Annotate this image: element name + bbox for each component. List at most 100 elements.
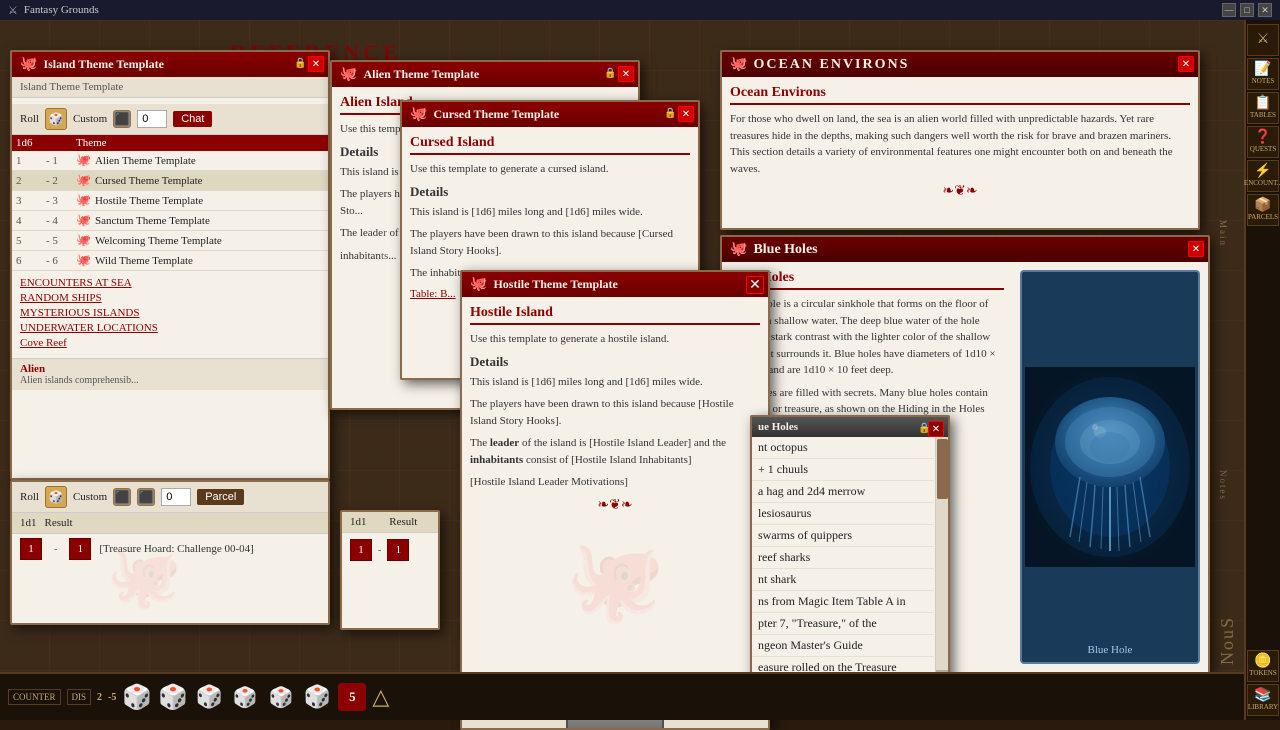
title-bar: ⚔ Fantasy Grounds — □ ✕ xyxy=(0,0,1280,20)
list-item[interactable]: a hag and 2d4 merrow xyxy=(752,481,934,503)
list-item[interactable]: ngeon Master's Guide xyxy=(752,635,934,657)
encounters-sidebar-btn[interactable]: ⚡ ENCOUNT... xyxy=(1247,160,1279,192)
parcels-sidebar-btn[interactable]: 📦 PARCELS xyxy=(1247,194,1279,226)
alien-lock: 🔒 xyxy=(604,68,616,80)
table-row[interactable]: 3 - 3 🐙 Hostile Theme Template xyxy=(12,191,328,211)
alien-panel-header: 🐙 Alien Theme Template 🔒 ✕ xyxy=(332,62,638,87)
table-row[interactable]: 6 - 6 🐙 Wild Theme Template xyxy=(12,251,328,271)
blue-holes-close-btn[interactable]: ✕ xyxy=(1188,241,1204,257)
ocean-panel-title: OCEAN ENVIRONS xyxy=(753,57,1190,73)
notes-label-btn: NOTES xyxy=(1252,78,1275,86)
bottom-custom-die[interactable]: ⬛ xyxy=(113,488,131,506)
die-d20-3[interactable]: 🎲 xyxy=(194,682,224,712)
alien-header-icon: 🐙 xyxy=(340,66,357,83)
list-scrollbar[interactable]: ▶ xyxy=(935,437,948,683)
row-icon-5: 🐙 xyxy=(76,233,91,248)
link-mysterious-islands[interactable]: MYSTERIOUS ISLANDS xyxy=(20,307,320,319)
roll-value-1: 1 xyxy=(20,538,42,560)
link-encounters-at-sea[interactable]: ENCOUNTERS AT SEA xyxy=(20,277,320,289)
tables-icon: 📋 xyxy=(1254,96,1271,111)
row-icon-4: 🐙 xyxy=(76,213,91,228)
list-item[interactable]: reef sharks xyxy=(752,547,934,569)
die-d6-red[interactable]: 5 xyxy=(338,683,366,711)
row-icon-6: 🐙 xyxy=(76,253,91,268)
bottom-die2[interactable]: ⬛ xyxy=(137,488,155,506)
tokens-icon: 🪙 xyxy=(1254,654,1271,669)
cursed-panel-header: 🐙 Cursed Theme Template 🔒 ✕ xyxy=(402,102,698,127)
hostile-divider: ❧❦❧ xyxy=(470,497,760,514)
die-d8[interactable]: 🎲 xyxy=(302,682,332,712)
row-icon-3: 🐙 xyxy=(76,193,91,208)
hostile-ghost-art: 🐙 xyxy=(470,534,760,628)
island-table-rows: 1 - 1 🐙 Alien Theme Template 2 - 2 🐙 Cur… xyxy=(12,151,328,271)
alien-close-btn[interactable]: ✕ xyxy=(618,66,634,82)
quests-label-btn: QUESTS xyxy=(1250,146,1276,154)
maximize-btn[interactable]: □ xyxy=(1240,3,1254,17)
tokens-sidebar-btn[interactable]: 🪙 TOKENS xyxy=(1247,650,1279,682)
blue-hole-svg xyxy=(1025,367,1195,567)
chat-btn[interactable]: Chat xyxy=(173,111,212,127)
link-underwater-locations[interactable]: UNDERWATER LOCATIONS xyxy=(20,322,320,334)
right-die-header: 1d1 Result xyxy=(342,512,438,533)
close-btn[interactable]: ✕ xyxy=(1258,3,1272,17)
die-d20-1[interactable]: 🎲 xyxy=(122,682,152,712)
list-item[interactable]: lesiosaurus xyxy=(752,503,934,525)
bh-list-container: nt octopus + 1 chuuls a hag and 2d4 merr… xyxy=(752,437,948,683)
cursed-section-title: Cursed Island xyxy=(410,135,690,155)
die-d12[interactable]: 🎲 xyxy=(230,682,260,712)
bh-list[interactable]: nt octopus + 1 chuuls a hag and 2d4 merr… xyxy=(752,437,948,683)
die-pyramid[interactable]: △ xyxy=(372,684,389,710)
app-title: Fantasy Grounds xyxy=(24,4,99,16)
quests-sidebar-btn[interactable]: ❓ QUESTS xyxy=(1247,126,1279,158)
table-row[interactable]: 1 - 1 🐙 Alien Theme Template xyxy=(12,151,328,171)
table-row[interactable]: 5 - 5 🐙 Welcoming Theme Template xyxy=(12,231,328,251)
output-input[interactable] xyxy=(137,110,167,128)
list-item[interactable]: pter 7, "Treasure," of the xyxy=(752,613,934,635)
col2-header xyxy=(46,137,76,149)
bottom-left-panel: Roll 🎲 Custom ⬛ ⬛ Parcel 1d1 Result 1 - … xyxy=(10,480,330,625)
island-panel-title: Island Theme Template xyxy=(43,57,320,72)
island-header-icon: 🐙 xyxy=(20,56,37,73)
link-cove-reef[interactable]: Cove Reef xyxy=(20,337,320,349)
bh-sub-header: ue Holes 🔒 ✕ xyxy=(752,417,948,437)
list-item[interactable]: ns from Magic Item Table A in xyxy=(752,591,934,613)
hostile-detail4: [Hostile Island Leader Motivations] xyxy=(470,474,760,491)
custom-die-btn[interactable]: ⬛ xyxy=(113,110,131,128)
notes-icon: 📝 xyxy=(1254,62,1271,77)
list-item[interactable]: nt octopus xyxy=(752,437,934,459)
bh-sub-title: ue Holes xyxy=(758,421,942,433)
library-sidebar-btn[interactable]: 📚 LIBRARY xyxy=(1247,684,1279,716)
ocean-close-btn[interactable]: ✕ xyxy=(1178,56,1194,72)
parcel-btn[interactable]: Parcel xyxy=(197,489,244,505)
right-die-panel: 1d1 Result 1 - 1 xyxy=(340,510,440,630)
tables-sidebar-btn[interactable]: 📋 TABLES xyxy=(1247,92,1279,124)
table-row[interactable]: 2 - 2 🐙 Cursed Theme Template xyxy=(12,171,328,191)
table-row[interactable]: 4 - 4 🐙 Sanctum Theme Template xyxy=(12,211,328,231)
island-roll-bar: Roll 🎲 Custom ⬛ Chat xyxy=(12,104,328,135)
window-controls: — □ ✕ xyxy=(1222,3,1272,17)
bottom-custom-label: Custom xyxy=(73,491,107,503)
bottom-roll-bar: Roll 🎲 Custom ⬛ ⬛ Parcel xyxy=(12,482,328,513)
bottom-roll-die[interactable]: 🎲 xyxy=(45,486,67,508)
hostile-template-panel: 🐙 Hostile Theme Template ✕ Hostile Islan… xyxy=(460,270,770,730)
hostile-close-btn[interactable]: ✕ xyxy=(746,276,764,294)
die-d10[interactable]: 🎲 xyxy=(266,682,296,712)
cursed-close-btn[interactable]: ✕ xyxy=(678,106,694,122)
bh-sub-close[interactable]: ✕ xyxy=(928,421,944,437)
notes-sidebar-btn[interactable]: 📝 NOTES xyxy=(1247,58,1279,90)
roll-die-btn[interactable]: 🎲 xyxy=(45,108,67,130)
list-item[interactable]: nt shark xyxy=(752,569,934,591)
list-item[interactable]: swarms of quippers xyxy=(752,525,934,547)
link-random-ships[interactable]: RANDOM SHIPS xyxy=(20,292,320,304)
combat-sidebar-btn[interactable]: ⚔ xyxy=(1247,24,1279,56)
hostile-details-title: Details xyxy=(470,354,760,370)
island-close-btn[interactable]: ✕ xyxy=(308,56,324,72)
list-item[interactable]: + 1 chuuls xyxy=(752,459,934,481)
island-table-header: 1d6 Theme xyxy=(12,135,328,151)
bottom-output-input[interactable] xyxy=(161,488,191,506)
die-d20-2[interactable]: 🎲 xyxy=(158,682,188,712)
alien-desc: Alien islands comprehensib... xyxy=(20,375,139,386)
cursed-detail1: This island is [1d6] miles long and [1d6… xyxy=(410,204,690,221)
minimize-btn[interactable]: — xyxy=(1222,3,1236,17)
blue-holes-body1: A blue hole is a circular sinkhole that … xyxy=(730,296,1004,379)
